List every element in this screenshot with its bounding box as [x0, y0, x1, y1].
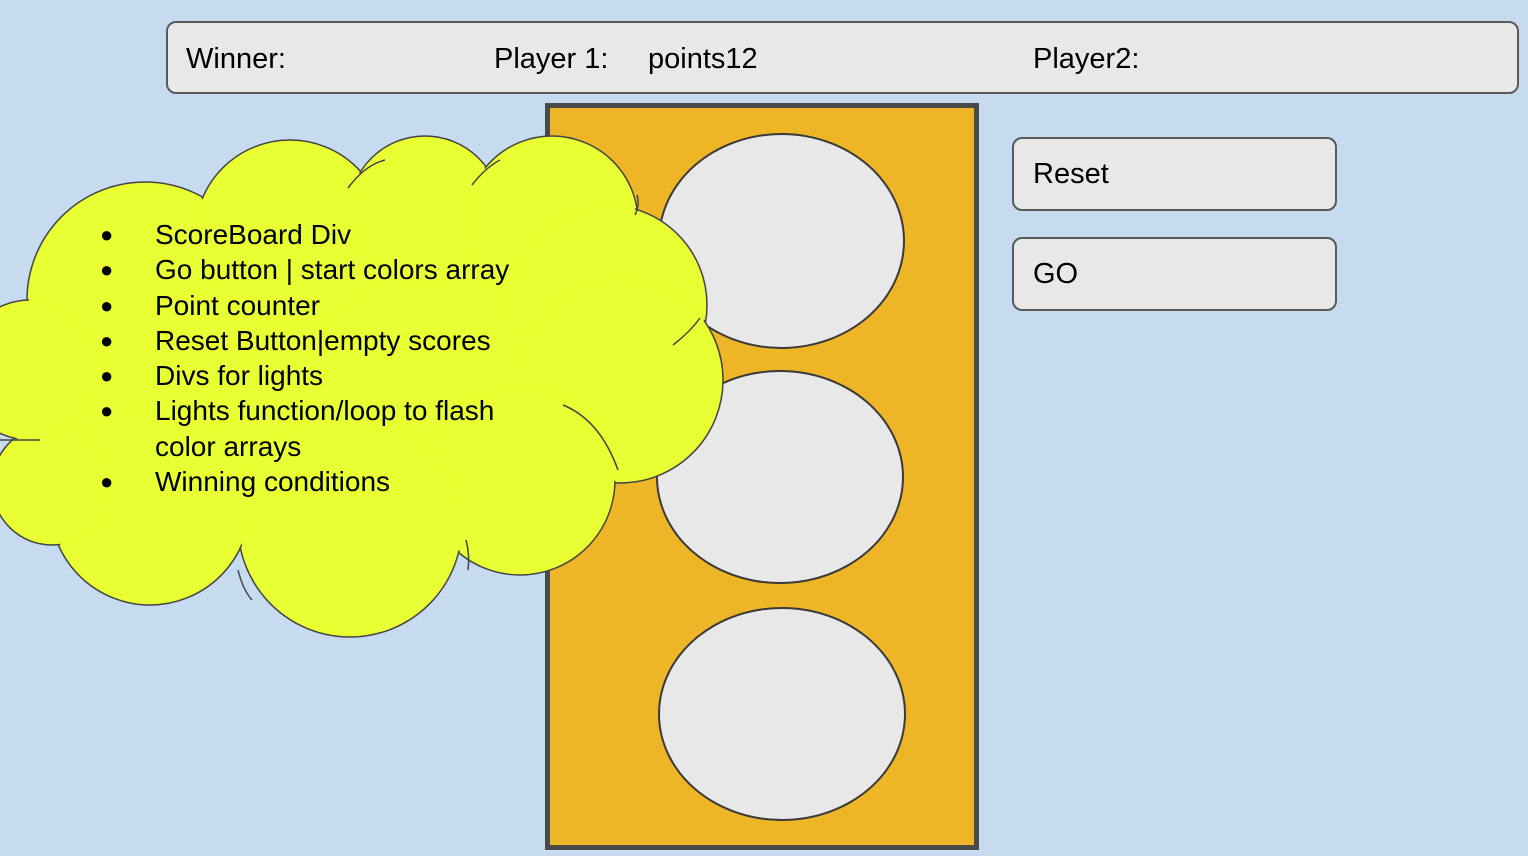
- bullet-icon: ●: [100, 469, 114, 495]
- go-button[interactable]: GO: [1012, 237, 1337, 311]
- list-item: ● ScoreBoard Div: [98, 217, 555, 252]
- player1-points: points12: [648, 43, 758, 75]
- bullet-icon: ●: [100, 398, 114, 424]
- note-text: Divs for lights: [155, 360, 324, 392]
- light-bottom: [658, 607, 906, 821]
- note-text: Point counter: [155, 289, 320, 321]
- scoreboard: Winner: Player 1: points12 Player2:: [166, 21, 1519, 94]
- player1-label: Player 1:: [494, 43, 609, 75]
- note-text: Reset Button|empty scores: [155, 324, 491, 356]
- reset-button[interactable]: Reset: [1012, 137, 1337, 211]
- light-top: [658, 133, 905, 349]
- list-item: ● Point counter: [98, 288, 555, 323]
- light-middle: [656, 370, 904, 584]
- player2-label: Player2:: [1033, 43, 1140, 75]
- bullet-icon: ●: [100, 363, 114, 389]
- winner-label: Winner:: [186, 43, 286, 75]
- bullet-icon: ●: [100, 222, 114, 247]
- note-text: Winning conditions: [155, 466, 391, 498]
- list-item: ● Divs for lights: [98, 358, 555, 393]
- list-item: ● Lights function/loop to flash color arr…: [98, 393, 535, 464]
- note-text: ScoreBoard Div: [155, 219, 352, 250]
- notes-list: ● ScoreBoard Div ● Go button | start color…: [98, 217, 555, 499]
- bullet-icon: ●: [100, 257, 114, 283]
- note-text: Lights function/loop to flash color arra…: [155, 395, 495, 462]
- list-item: ● Go button | start colors array: [98, 252, 555, 287]
- bullet-icon: ●: [100, 327, 114, 353]
- wireframe-canvas: Winner: Player 1: points12 Player2: Rese…: [0, 0, 1528, 856]
- bullet-icon: ●: [100, 292, 114, 318]
- list-item: ● Reset Button|empty scores: [98, 323, 555, 358]
- note-text: Go button | start colors array: [155, 254, 510, 286]
- traffic-light-panel: [545, 103, 979, 850]
- list-item: ● Winning conditions: [98, 464, 555, 499]
